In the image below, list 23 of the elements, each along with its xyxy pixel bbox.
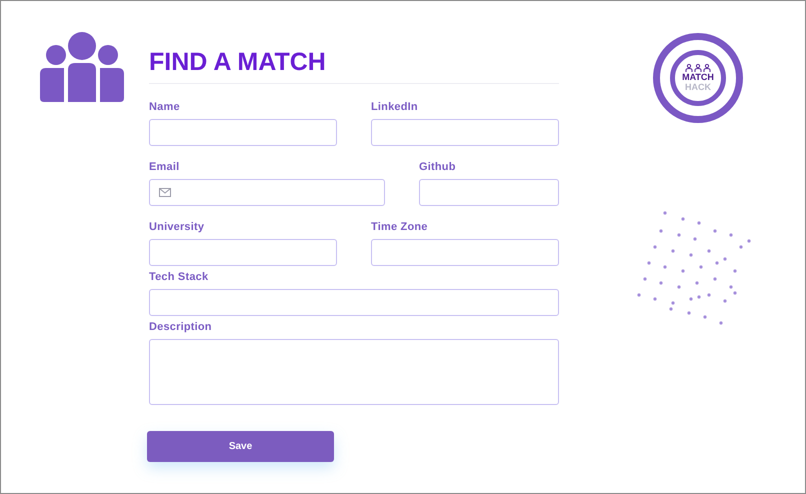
field-label: Email <box>149 160 180 174</box>
field-label: Tech Stack <box>149 270 210 284</box>
people-icon <box>685 64 711 72</box>
field-label: LinkedIn <box>371 100 419 114</box>
field-label: Time Zone <box>371 220 429 234</box>
field-label: University <box>149 220 206 234</box>
input-field[interactable] <box>419 179 559 206</box>
field-label: Github <box>419 160 457 174</box>
people-icon <box>40 32 124 102</box>
input-field[interactable] <box>371 239 559 266</box>
input-field[interactable] <box>371 119 559 146</box>
page-title: FIND A MATCH <box>149 47 327 78</box>
input-field[interactable] <box>149 289 559 316</box>
save-button[interactable]: Save <box>147 431 334 462</box>
input-field[interactable] <box>149 119 337 146</box>
email-field[interactable] <box>149 179 385 206</box>
field-label: Description <box>149 320 213 334</box>
field-label: Name <box>149 100 181 114</box>
description-field[interactable] <box>149 339 559 405</box>
mail-icon <box>159 188 171 197</box>
logo-text: MATCH <box>682 72 714 82</box>
logo-text: HACK <box>685 82 711 92</box>
input-field[interactable] <box>149 239 337 266</box>
